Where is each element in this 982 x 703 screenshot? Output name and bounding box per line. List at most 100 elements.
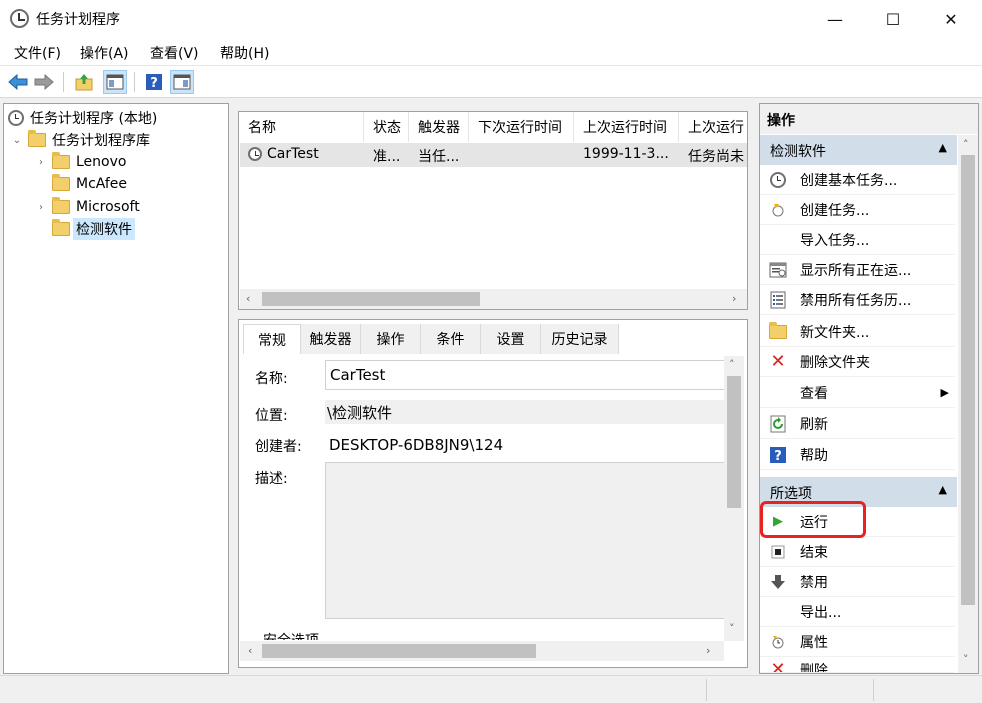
tree-folder-mcafee[interactable]: McAfee	[34, 173, 127, 195]
action-label: 删除	[800, 663, 828, 673]
maximize-button[interactable]: ☐	[864, 0, 922, 38]
chevron-down-icon[interactable]: ⌄	[10, 135, 24, 146]
task-list: 名称 状态 触发器 下次运行时间 上次运行时间 上次运行 CarTest 准..…	[238, 111, 748, 310]
show-hide-console-tree-icon[interactable]	[103, 70, 127, 94]
folder-icon	[52, 219, 70, 236]
tab-settings[interactable]: 设置	[481, 324, 541, 354]
scroll-right-icon[interactable]: ›	[706, 644, 710, 657]
tab-general[interactable]: 常规	[243, 324, 301, 354]
column-header-last-result[interactable]: 上次运行	[679, 112, 747, 142]
svg-text:?: ?	[150, 76, 158, 91]
tab-triggers[interactable]: 触发器	[301, 324, 361, 354]
scroll-up-icon[interactable]: ˄	[729, 358, 735, 371]
tree-folder-microsoft[interactable]: › Microsoft	[34, 196, 140, 218]
cell-status: 准...	[373, 149, 401, 165]
tree-library[interactable]: ⌄ 任务计划程序库	[10, 129, 150, 151]
name-field[interactable]: CarTest	[325, 360, 725, 390]
details-vertical-scrollbar[interactable]: ˄ ˅	[724, 356, 744, 641]
tree-root[interactable]: 任务计划程序 (本地)	[8, 107, 157, 129]
author-value: DESKTOP-6DB8JN9\124	[329, 436, 504, 454]
column-header-trigger[interactable]: 触发器	[409, 112, 469, 142]
minimize-button[interactable]: —	[806, 0, 864, 38]
section-header-label: 所选项	[770, 486, 812, 502]
toolbar: ?	[0, 66, 982, 98]
folder-icon	[52, 152, 70, 169]
task-list-horizontal-scrollbar[interactable]: ‹ ›	[240, 289, 747, 309]
tree-folder-lenovo[interactable]: › Lenovo	[34, 151, 126, 173]
collapse-triangle-icon[interactable]: ▲	[939, 483, 947, 496]
column-header-status[interactable]: 状态	[364, 112, 409, 142]
scroll-thumb[interactable]	[262, 292, 480, 306]
action-view[interactable]: 查看 ▶	[760, 378, 955, 408]
help-icon[interactable]: ?	[142, 70, 166, 94]
clock-icon	[8, 110, 24, 126]
description-field[interactable]	[325, 462, 725, 619]
action-new-folder[interactable]: 新文件夹...	[760, 317, 955, 347]
create-task-icon	[768, 200, 788, 220]
action-label: 查看	[800, 385, 828, 402]
tab-history[interactable]: 历史记录	[541, 324, 619, 354]
console-tree: 任务计划程序 (本地) ⌄ 任务计划程序库 › Lenovo McAfee › …	[3, 103, 229, 674]
action-delete[interactable]: ✕ 删除	[760, 657, 955, 673]
action-label: 帮助	[800, 447, 828, 464]
column-header-last-run[interactable]: 上次运行时间	[574, 112, 679, 142]
folder-up-icon[interactable]	[72, 70, 96, 94]
table-row[interactable]: CarTest 准... 当任... 1999-11-3... 任务尚未	[240, 143, 747, 167]
task-details: 常规 触发器 操作 条件 设置 历史记录 名称: CarTest 位置: \检测…	[238, 319, 748, 668]
task-name: CarTest	[267, 146, 319, 162]
toolbar-separator	[63, 72, 64, 92]
action-create-basic-task[interactable]: 创建基本任务...	[760, 165, 955, 195]
action-delete-folder[interactable]: ✕ 删除文件夹	[760, 347, 955, 377]
tab-conditions[interactable]: 条件	[421, 324, 481, 354]
tree-folder-selected[interactable]: 检测软件	[34, 218, 135, 240]
scroll-left-icon[interactable]: ‹	[246, 292, 250, 305]
status-bar	[0, 675, 982, 703]
security-options-label: 安全选项	[263, 630, 319, 640]
forward-arrow-icon[interactable]	[32, 70, 56, 94]
collapse-triangle-icon[interactable]: ▲	[939, 141, 947, 154]
run-highlight-box	[760, 501, 866, 538]
cell-name: CarTest	[248, 146, 319, 162]
refresh-icon	[768, 414, 788, 434]
action-disable-all-history[interactable]: 禁用所有任务历...	[760, 285, 955, 315]
menu-action[interactable]: 操作(A)	[80, 43, 129, 63]
action-refresh[interactable]: 刷新	[760, 409, 955, 439]
tab-actions[interactable]: 操作	[361, 324, 421, 354]
scroll-right-icon[interactable]: ›	[732, 292, 736, 305]
action-export[interactable]: 导出...	[760, 597, 955, 627]
action-end[interactable]: 结束	[760, 537, 955, 567]
action-import-task[interactable]: 导入任务...	[760, 225, 955, 255]
tree-library-label: 任务计划程序库	[52, 133, 150, 149]
column-header-next-run[interactable]: 下次运行时间	[469, 112, 574, 142]
action-properties[interactable]: 属性	[760, 627, 955, 657]
scroll-up-icon[interactable]: ˄	[963, 138, 969, 151]
column-header-name[interactable]: 名称	[239, 112, 364, 142]
details-horizontal-scrollbar[interactable]: ‹ ›	[240, 641, 724, 661]
scroll-thumb[interactable]	[262, 644, 536, 658]
scroll-thumb[interactable]	[961, 155, 975, 605]
section-header-folder[interactable]: 检测软件 ▲	[760, 135, 957, 165]
close-button[interactable]: ✕	[922, 0, 980, 38]
tree-folder-label: 检测软件	[73, 218, 135, 240]
disable-down-arrow-icon	[768, 572, 788, 592]
svg-text:?: ?	[774, 449, 782, 464]
back-arrow-icon[interactable]	[6, 70, 30, 94]
view-icon	[768, 383, 788, 403]
menu-view[interactable]: 查看(V)	[150, 43, 199, 63]
actions-vertical-scrollbar[interactable]: ˄ ˅	[958, 135, 978, 673]
action-display-running-tasks[interactable]: 显示所有正在运...	[760, 255, 955, 285]
menu-file[interactable]: 文件(F)	[14, 43, 61, 63]
scroll-left-icon[interactable]: ‹	[248, 644, 252, 657]
menu-help[interactable]: 帮助(H)	[220, 43, 269, 63]
scroll-down-icon[interactable]: ˅	[729, 622, 735, 635]
scroll-thumb[interactable]	[727, 376, 741, 508]
show-hide-action-pane-icon[interactable]	[170, 70, 194, 94]
action-create-task[interactable]: 创建任务...	[760, 195, 955, 225]
chevron-right-icon[interactable]: ›	[34, 202, 48, 213]
scroll-down-icon[interactable]: ˅	[963, 653, 969, 666]
history-log-icon	[768, 290, 788, 310]
chevron-right-icon[interactable]: ›	[34, 157, 48, 168]
action-help[interactable]: ? 帮助	[760, 440, 955, 470]
location-label: 位置:	[255, 408, 288, 424]
action-disable[interactable]: 禁用	[760, 567, 955, 597]
